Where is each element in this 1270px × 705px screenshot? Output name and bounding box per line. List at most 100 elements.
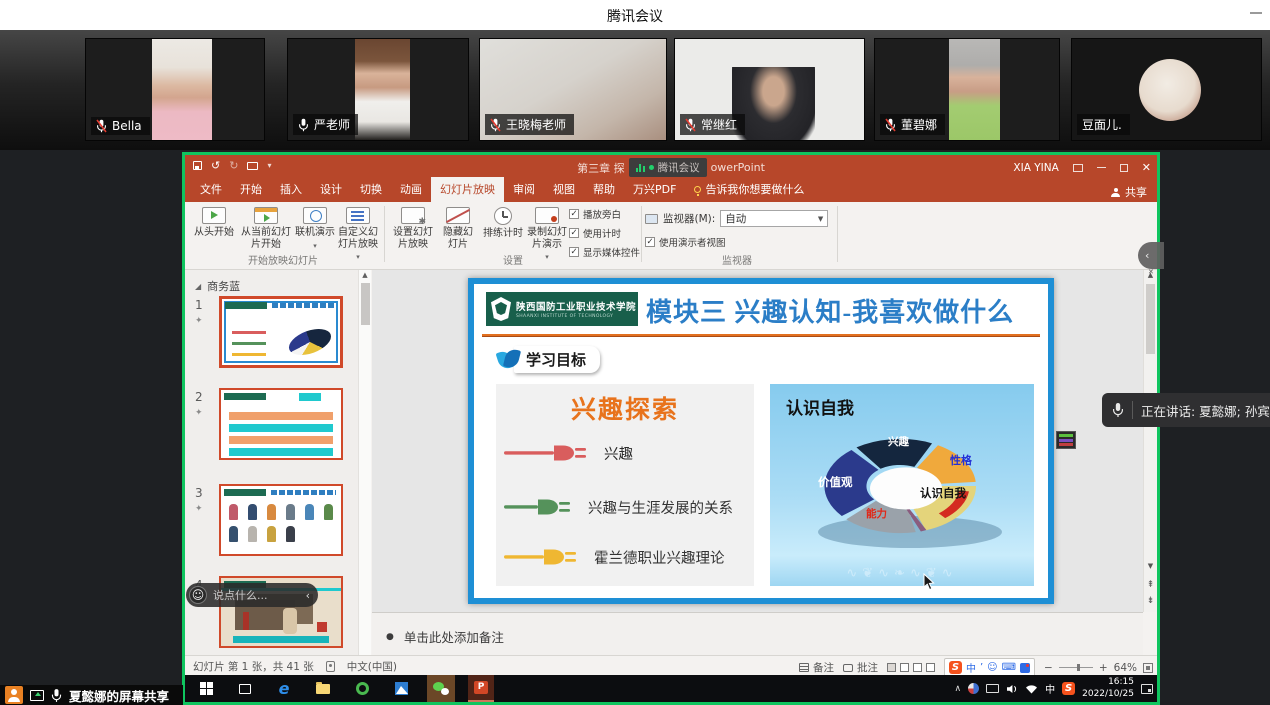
zoom-in-button[interactable]: + <box>1099 662 1108 674</box>
scroll-up-icon[interactable]: ▲ <box>359 271 371 279</box>
section-header[interactable]: ◢商务蓝 <box>195 278 240 294</box>
tab-help[interactable]: 帮助 <box>584 177 624 202</box>
ribbon-display-options-icon[interactable] <box>1073 164 1083 172</box>
tab-design[interactable]: 设计 <box>311 177 351 202</box>
ime-mode-toggle[interactable]: 中 <box>966 660 976 675</box>
zoom-level[interactable]: 64% <box>1114 662 1137 674</box>
panel-scrollbar[interactable]: ▲ <box>358 270 371 655</box>
language-indicator[interactable]: 中文(中国) <box>347 659 397 674</box>
participant-tile[interactable]: 常继红 <box>674 38 865 141</box>
chevron-left-icon[interactable]: ‹ <box>306 589 310 602</box>
tab-transitions[interactable]: 切换 <box>351 177 391 202</box>
speaker-icon[interactable] <box>1006 684 1018 694</box>
fit-to-window-icon[interactable] <box>1143 663 1153 673</box>
canvas-scrollbar[interactable]: ▲ ▼ ⇞ ⇟ <box>1143 270 1157 612</box>
accessibility-icon[interactable] <box>326 661 335 672</box>
next-slide-button[interactable]: ⇟ <box>1144 596 1157 606</box>
quick-chat-bar[interactable]: ☺ 说点什么... ‹ <box>186 583 318 607</box>
emoji-icon[interactable]: ☺ <box>987 662 997 673</box>
powerpoint-taskbar-button[interactable]: P <box>468 675 494 702</box>
participant-tile[interactable]: 严老师 <box>287 38 469 141</box>
task-view-button[interactable] <box>232 675 258 702</box>
tab-file[interactable]: 文件 <box>191 177 231 202</box>
participant-tile[interactable]: Bella <box>85 38 265 141</box>
tab-tell-me[interactable]: 告诉我你想要做什么 <box>685 177 813 202</box>
touch-keyboard-icon[interactable] <box>986 684 999 693</box>
current-slide[interactable]: 陕西国防工业职业技术学院 SHAANXI INSTITUTE OF TECHNO… <box>468 278 1054 604</box>
tab-slideshow[interactable]: 幻灯片放映 <box>431 177 504 202</box>
play-narrations-checkbox[interactable]: 播放旁白 <box>569 207 640 221</box>
emoji-icon[interactable]: ☺ <box>189 586 207 604</box>
comments-toggle[interactable]: 批注 <box>843 660 878 675</box>
window-restore-icon[interactable] <box>1120 164 1128 172</box>
sogou-tray-icon[interactable]: S <box>1062 682 1075 695</box>
tab-view[interactable]: 视图 <box>544 177 584 202</box>
photos-icon <box>395 682 408 695</box>
minimize-icon[interactable] <box>1250 12 1262 14</box>
normal-view-button[interactable] <box>887 663 896 672</box>
tab-review[interactable]: 审阅 <box>504 177 544 202</box>
meeting-audio-badge[interactable]: 腾讯会议 <box>629 158 707 177</box>
browser-360-button[interactable] <box>349 675 375 702</box>
slide-thumbnail-3[interactable] <box>219 484 343 556</box>
chat-input-placeholder[interactable]: 说点什么... <box>213 587 300 603</box>
slide-sorter-view-button[interactable] <box>900 663 909 672</box>
wechat-button[interactable] <box>427 675 455 702</box>
window-close-icon[interactable]: ✕ <box>1142 162 1151 173</box>
participant-tile[interactable]: 王晓梅老师 <box>479 38 667 141</box>
show-media-controls-checkbox[interactable]: 显示媒体控件 <box>569 245 640 259</box>
tab-wanxing-pdf[interactable]: 万兴PDF <box>624 177 685 202</box>
account-name[interactable]: XIA YINA <box>1013 162 1058 174</box>
screen-share-icon[interactable] <box>30 690 44 701</box>
keyboard-icon[interactable]: ⌨ <box>1002 662 1016 673</box>
network-globe-icon[interactable] <box>968 683 979 694</box>
file-explorer-button[interactable] <box>310 675 336 702</box>
participant-tile[interactable]: 豆面儿. <box>1071 38 1262 141</box>
tray-expand-icon[interactable]: ∧ <box>955 684 962 694</box>
punctuation-toggle[interactable]: ’ <box>980 662 983 673</box>
slide-thumbnail-2[interactable] <box>219 388 343 460</box>
wifi-icon[interactable] <box>1025 684 1038 694</box>
sogou-logo-icon[interactable]: S <box>949 661 962 674</box>
slide-thumbnail-1[interactable] <box>219 296 343 368</box>
from-current-slide-button[interactable]: 从当前幻灯片开始 <box>239 207 293 250</box>
window-minimize-icon[interactable] <box>1097 167 1106 169</box>
present-online-button[interactable]: 联机演示▾ <box>295 207 335 250</box>
scroll-down-icon[interactable]: ▼ <box>1144 562 1157 570</box>
start-button[interactable] <box>193 675 219 702</box>
toolbox-icon[interactable] <box>1020 663 1030 673</box>
ime-language-indicator[interactable]: 中 <box>1045 681 1055 696</box>
tab-animations[interactable]: 动画 <box>391 177 431 202</box>
select-arrow-icon: ▼ <box>818 215 823 223</box>
use-timings-checkbox[interactable]: 使用计时 <box>569 226 640 240</box>
record-slideshow-button[interactable]: 录制幻灯片演示▾ <box>525 207 569 261</box>
tab-home[interactable]: 开始 <box>231 177 271 202</box>
scrollbar-thumb[interactable] <box>1146 284 1155 354</box>
mic-icon[interactable] <box>51 688 62 703</box>
notes-toggle[interactable]: 备注 <box>799 660 834 675</box>
edge-browser-button[interactable]: e <box>271 675 297 702</box>
previous-slide-button[interactable]: ⇞ <box>1144 580 1157 590</box>
rehearse-timings-button[interactable]: 排练计时 <box>481 207 525 240</box>
setup-slideshow-button[interactable]: 设置幻灯片放映 <box>389 207 437 250</box>
scrollbar-thumb[interactable] <box>361 283 370 325</box>
custom-slideshow-button[interactable]: 自定义幻灯片放映▾ <box>335 207 381 261</box>
zoom-out-button[interactable]: − <box>1044 662 1053 674</box>
slideshow-view-button[interactable] <box>926 663 935 672</box>
screen-share-toolbar: 夏懿娜的屏幕共享 <box>0 685 183 705</box>
notes-pane[interactable]: 单击此处添加备注 <box>372 612 1143 655</box>
participant-tile[interactable]: 董碧娜 <box>874 38 1060 141</box>
photos-app-button[interactable] <box>388 675 414 702</box>
zoom-slider[interactable] <box>1059 667 1093 668</box>
action-center-icon[interactable] <box>1141 684 1153 694</box>
reading-view-button[interactable] <box>913 663 922 672</box>
taskbar-clock[interactable]: 16:15 2022/10/25 <box>1082 677 1134 700</box>
from-beginning-button[interactable]: 从头开始 <box>191 207 237 239</box>
tab-insert[interactable]: 插入 <box>271 177 311 202</box>
hide-slide-button[interactable]: 隐藏幻灯片 <box>439 207 477 250</box>
monitor-select[interactable]: 自动▼ <box>720 210 828 227</box>
share-button[interactable]: 共享 <box>1111 184 1147 200</box>
desktop-file-icon[interactable] <box>1053 431 1079 461</box>
use-presenter-view-checkbox[interactable]: 使用演示者视图 <box>645 235 726 249</box>
panel-collapse-handle[interactable]: ‹ <box>1138 242 1164 269</box>
